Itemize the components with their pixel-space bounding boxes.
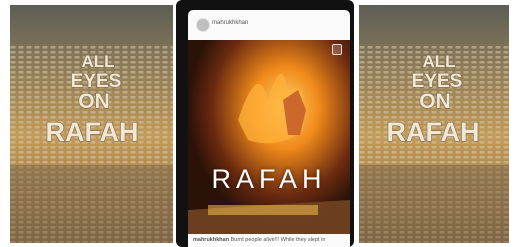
all-eyes-on-rafah-image-left: ALL EYES ON RAFAH — [10, 5, 173, 243]
post-header: mahrukhkhan — [188, 10, 350, 40]
slogan-line-3: ON — [419, 90, 451, 113]
slogan-line-2: EYES — [412, 71, 463, 92]
post-username[interactable]: mahrukhkhan — [212, 20, 248, 26]
slogan-line-4: RAFAH — [46, 117, 139, 147]
caption-username[interactable]: mahrukhkhan — [193, 237, 229, 243]
slogan-line-4: RAFAH — [387, 117, 480, 147]
slogan-line-3: ON — [78, 90, 110, 113]
caption-text: Burnt people alive!!! While they slept i… — [230, 237, 326, 243]
overlay-title: RAFAH — [211, 164, 327, 194]
avatar[interactable] — [196, 18, 210, 32]
slogan-line-2: EYES — [71, 71, 122, 92]
slogan-line-1: ALL — [81, 52, 114, 71]
post-caption: mahrukhkhan Burnt people alive!!! While … — [188, 234, 350, 247]
save-icon[interactable] — [332, 44, 342, 55]
all-eyes-on-rafah-image-right: ALL EYES ON RAFAH — [359, 5, 509, 243]
post-image: RAFAH — [188, 40, 350, 234]
phone-screen: mahrukhkhan RAFAH mahrukhkhan Burnt peop… — [176, 0, 354, 247]
slogan-line-1: ALL — [422, 52, 455, 71]
